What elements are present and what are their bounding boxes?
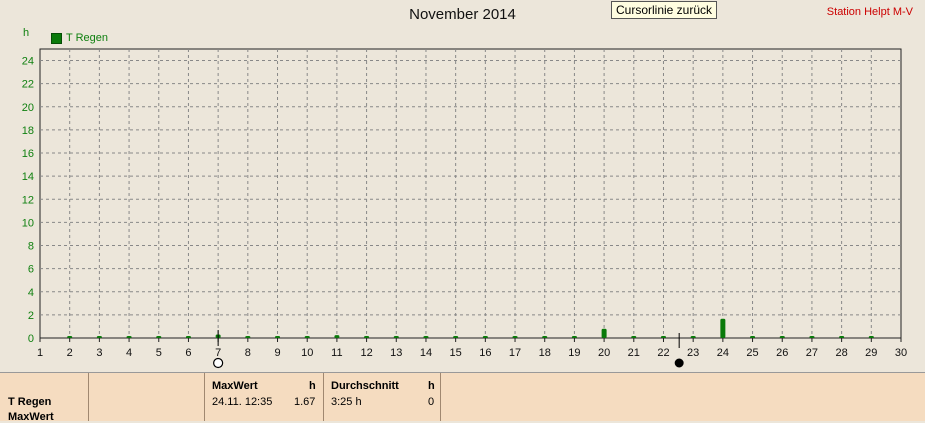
x-tick-label: 11 bbox=[331, 347, 342, 359]
bar bbox=[601, 328, 607, 338]
bar bbox=[660, 336, 666, 338]
y-tick-label: 16 bbox=[22, 148, 34, 160]
bar bbox=[779, 336, 785, 338]
bar bbox=[67, 336, 73, 338]
bar bbox=[453, 336, 459, 338]
bar bbox=[185, 336, 191, 338]
bar bbox=[750, 336, 756, 338]
legend-swatch bbox=[51, 32, 62, 44]
cursor-filled-circle bbox=[674, 358, 684, 368]
bar bbox=[96, 336, 102, 338]
x-tick-label: 29 bbox=[865, 347, 877, 359]
legend: T Regen bbox=[51, 32, 108, 44]
bar bbox=[423, 336, 429, 338]
x-tick-label: 14 bbox=[420, 347, 432, 359]
x-tick-label: 20 bbox=[598, 347, 610, 359]
max-date: 24.11. 12:35 bbox=[212, 396, 273, 408]
x-tick-label: 2 bbox=[67, 347, 73, 359]
x-tick-label: 21 bbox=[628, 347, 640, 359]
bar bbox=[571, 336, 577, 338]
x-tick-label: 24 bbox=[717, 347, 729, 359]
x-tick-label: 3 bbox=[96, 347, 102, 359]
y-tick-label: 22 bbox=[22, 79, 34, 91]
bar bbox=[839, 336, 845, 338]
avg-value: 3:25 h bbox=[331, 396, 362, 408]
y-tick-label: 12 bbox=[22, 194, 34, 206]
grid bbox=[39, 48, 902, 339]
y-tick-label: 10 bbox=[22, 217, 34, 229]
y-tick-label: 14 bbox=[22, 171, 34, 183]
panel-series-label-2: MaxWert bbox=[8, 411, 54, 423]
x-tick-label: 6 bbox=[185, 347, 191, 359]
max-unit: h bbox=[309, 380, 316, 392]
stats-panel: T Regen MaxWert MaxWert h 24.11. 12:35 1… bbox=[0, 372, 925, 423]
x-tick-label: 18 bbox=[539, 347, 551, 359]
max-header: MaxWert bbox=[212, 380, 258, 392]
station-label: Station Helpt M-V bbox=[826, 6, 913, 18]
bar bbox=[393, 336, 399, 338]
x-tick-label: 5 bbox=[156, 347, 162, 359]
panel-col-empty bbox=[89, 373, 205, 421]
bar bbox=[126, 336, 132, 338]
x-tick-label: 16 bbox=[479, 347, 491, 359]
x-tick-label: 8 bbox=[245, 347, 251, 359]
y-tick-label: 24 bbox=[22, 56, 34, 68]
bar bbox=[631, 336, 637, 338]
bar bbox=[809, 336, 815, 338]
panel-series-label: T Regen bbox=[8, 396, 52, 408]
x-tick-label: 25 bbox=[746, 347, 758, 359]
x-tick-label: 30 bbox=[895, 347, 907, 359]
x-tick-label: 9 bbox=[274, 347, 280, 359]
avg-header: Durchschnitt bbox=[331, 380, 399, 392]
x-tick-label: 1 bbox=[37, 347, 43, 359]
y-tick-label: 6 bbox=[28, 264, 34, 276]
x-tick-label: 19 bbox=[568, 347, 580, 359]
legend-label: T Regen bbox=[66, 32, 108, 44]
y-tick-label: 20 bbox=[22, 102, 34, 114]
bar bbox=[542, 336, 548, 338]
bar bbox=[720, 318, 726, 338]
x-tick-label: 12 bbox=[360, 347, 372, 359]
y-tick-label: 8 bbox=[28, 241, 34, 253]
y-tick-label: 18 bbox=[22, 125, 34, 137]
x-tick-label: 22 bbox=[657, 347, 669, 359]
x-tick-label: 4 bbox=[126, 347, 132, 359]
y-tick-label: 4 bbox=[28, 287, 34, 299]
x-tick-label: 13 bbox=[390, 347, 402, 359]
cursor-open-circle bbox=[213, 357, 224, 369]
bar bbox=[334, 335, 340, 338]
y-tick-label: 0 bbox=[28, 333, 34, 345]
avg-count: 0 bbox=[428, 396, 435, 408]
bar bbox=[304, 336, 310, 338]
x-tick-label: 23 bbox=[687, 347, 699, 359]
bar bbox=[245, 336, 251, 338]
plot-area bbox=[39, 48, 902, 339]
x-tick-label: 10 bbox=[301, 347, 313, 359]
cursor-reset-tooltip[interactable]: Cursorlinie zurück bbox=[611, 1, 718, 19]
x-tick-label: 27 bbox=[806, 347, 818, 359]
avg-unit: h bbox=[428, 380, 435, 392]
max-value: 1.67 bbox=[294, 396, 316, 408]
bar bbox=[690, 336, 696, 338]
x-tick-label: 15 bbox=[450, 347, 462, 359]
bar bbox=[868, 336, 874, 338]
y-axis-label: h bbox=[23, 27, 30, 39]
chart-title: November 2014 bbox=[409, 6, 516, 23]
bar bbox=[364, 336, 370, 338]
bar bbox=[512, 336, 518, 338]
bar bbox=[275, 336, 281, 338]
chart: 0246810121416182022241 2 3 4 5 6 7 8 9 10 11 12 13 14… bbox=[22, 48, 907, 369]
x-tick-label: 7 bbox=[215, 347, 221, 359]
bar bbox=[482, 336, 488, 338]
x-tick-label: 17 bbox=[509, 347, 521, 359]
y-tick-label: 2 bbox=[28, 310, 34, 322]
bar bbox=[156, 336, 162, 338]
x-tick-label: 28 bbox=[835, 347, 847, 359]
x-tick-label: 26 bbox=[776, 347, 788, 359]
